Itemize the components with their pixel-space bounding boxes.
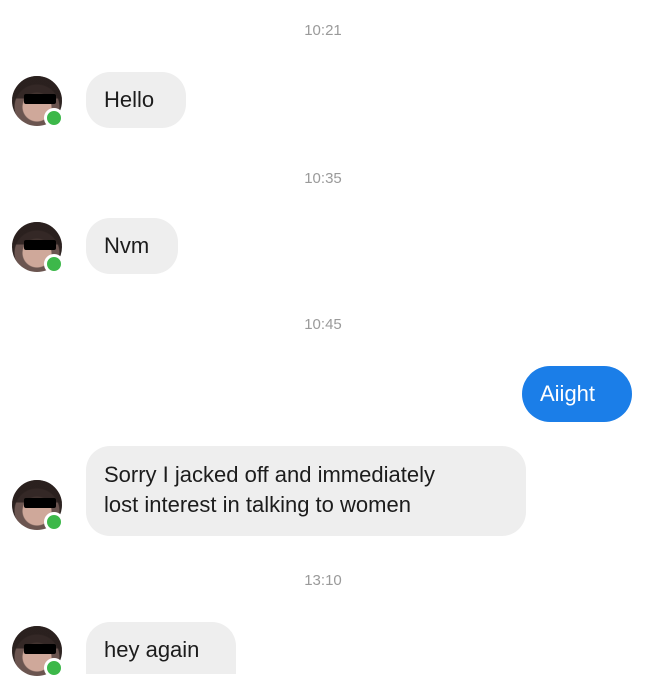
message-text-line: Sorry I jacked off and immediately — [104, 462, 435, 487]
message-text: hey again — [104, 637, 200, 662]
message-text-line: lost interest in talking to women — [104, 492, 411, 517]
message-text: Aiight — [540, 381, 596, 406]
online-status-icon — [44, 512, 64, 532]
censor-bar — [24, 644, 56, 654]
contact-avatar[interactable] — [12, 222, 64, 274]
timestamp: 10:45 — [304, 316, 342, 333]
chat-thread: 10:21 Hello 10:35 Nvm 10:45 Aiight Sorry… — [0, 0, 646, 678]
message-text: Hello — [104, 87, 155, 112]
online-status-icon — [44, 254, 64, 274]
contact-avatar[interactable] — [12, 480, 64, 532]
timestamp: 10:21 — [304, 22, 342, 39]
timestamp: 10:35 — [304, 170, 342, 187]
censor-bar — [24, 94, 56, 104]
timestamp: 13:10 — [304, 572, 342, 589]
incoming-message-bubble[interactable]: hey again — [86, 622, 236, 674]
incoming-message-bubble[interactable]: Hello — [86, 72, 186, 128]
outgoing-message-bubble[interactable]: Aiight — [522, 366, 632, 422]
censor-bar — [24, 498, 56, 508]
contact-avatar[interactable] — [12, 76, 64, 128]
message-text: Nvm — [104, 233, 150, 258]
contact-avatar[interactable] — [12, 626, 64, 678]
online-status-icon — [44, 658, 64, 678]
online-status-icon — [44, 108, 64, 128]
incoming-message-bubble[interactable]: Sorry I jacked off and immediately lost … — [86, 446, 526, 536]
incoming-message-bubble[interactable]: Nvm — [86, 218, 178, 274]
censor-bar — [24, 240, 56, 250]
